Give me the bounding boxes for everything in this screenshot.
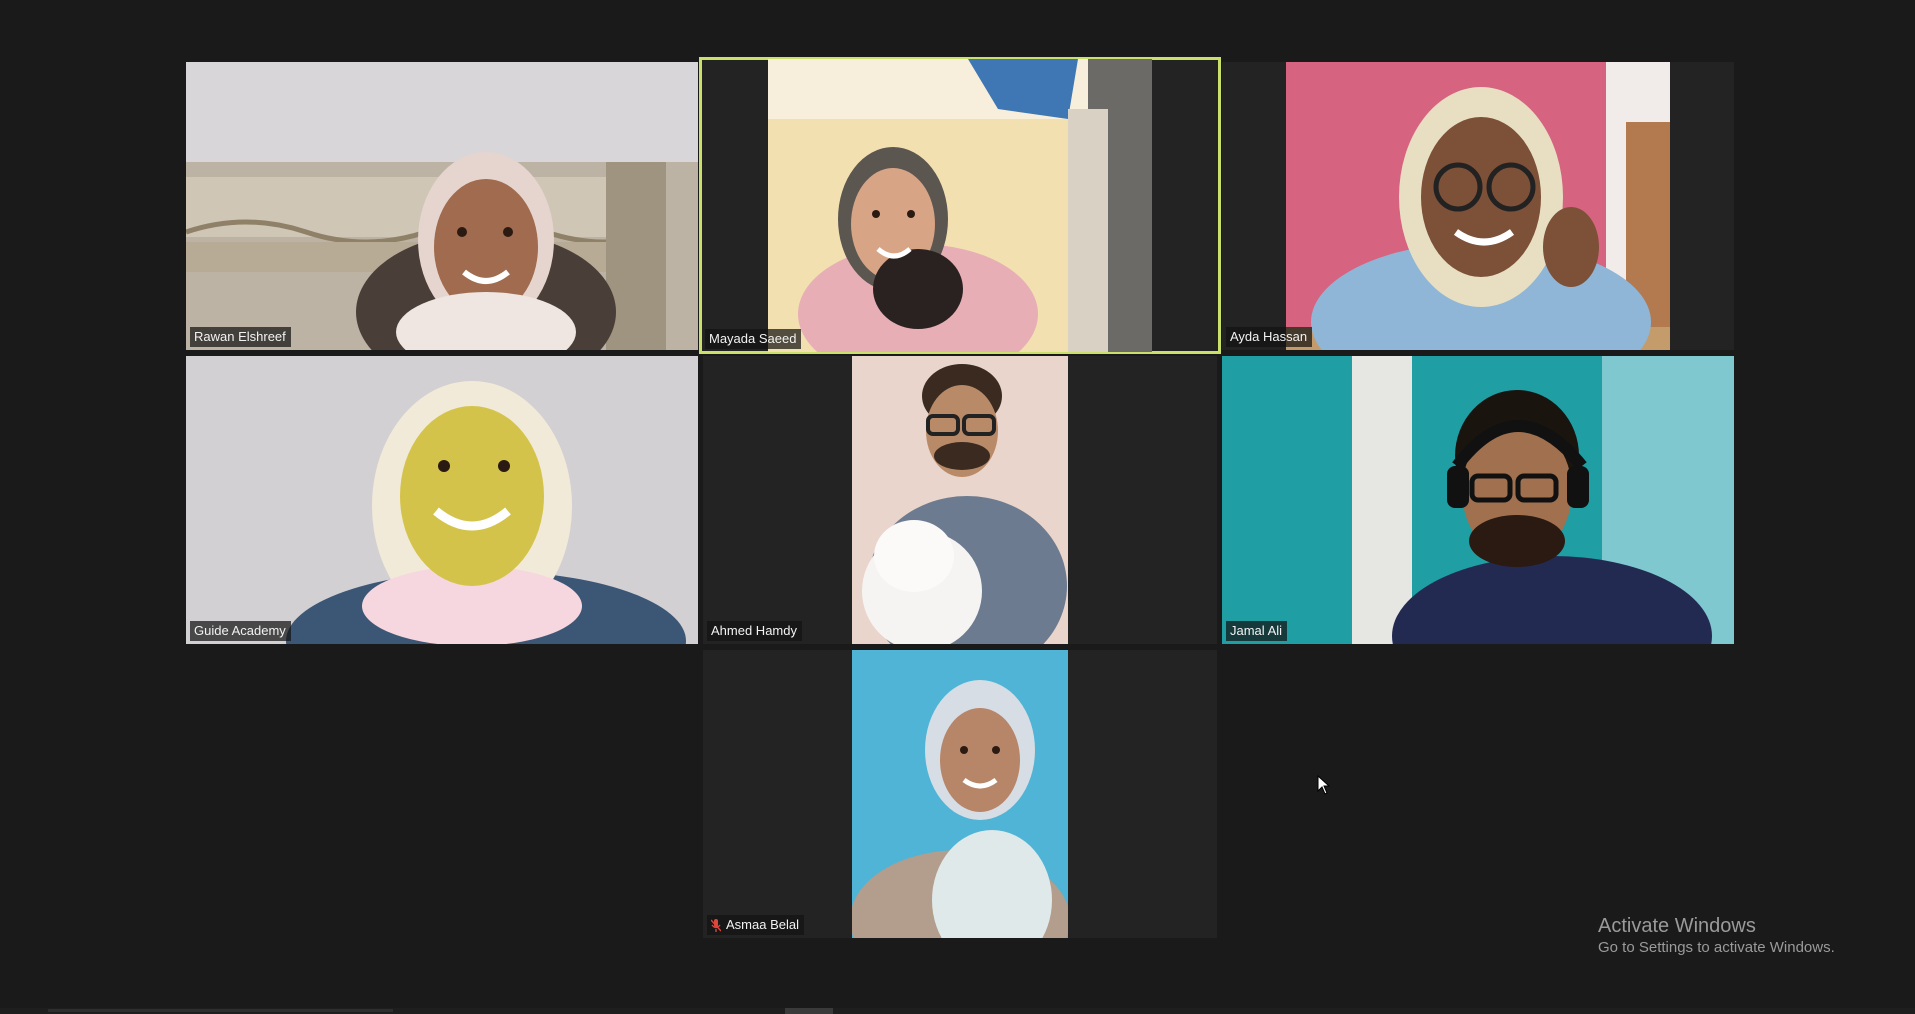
video-tile-guide-academy[interactable]: Guide Academy <box>186 356 698 644</box>
participant-video <box>852 650 1068 938</box>
participant-name-tag: Jamal Ali <box>1226 621 1288 641</box>
video-tile-mayada[interactable]: Mayada Saeed <box>699 57 1221 354</box>
participant-video <box>852 356 1068 644</box>
participant-name-tag: Ayda Hassan <box>1226 327 1313 347</box>
bottom-edge-strip <box>0 1008 1915 1014</box>
participant-name: Ahmed Hamdy <box>711 623 797 638</box>
participant-name-tag: Asmaa Belal <box>707 915 804 935</box>
participant-video <box>1286 62 1670 350</box>
participant-name-tag: Ahmed Hamdy <box>707 621 802 641</box>
participant-video <box>1222 356 1734 644</box>
participant-name: Jamal Ali <box>1230 623 1283 638</box>
windows-activation-watermark: Activate Windows Go to Settings to activ… <box>1598 914 1835 958</box>
video-tile-ahmed[interactable]: Ahmed Hamdy <box>703 356 1217 644</box>
participant-name-tag: Rawan Elshreef <box>190 327 291 347</box>
scroll-thumb[interactable] <box>785 1008 833 1014</box>
participant-video <box>186 356 698 644</box>
video-tile-jamal[interactable]: Jamal Ali <box>1222 356 1734 644</box>
participant-video <box>768 59 1152 352</box>
participant-name: Rawan Elshreef <box>194 329 286 344</box>
video-tile-rawan[interactable]: Rawan Elshreef <box>186 62 698 350</box>
participant-name-tag: Mayada Saeed <box>705 329 802 349</box>
video-tile-asmaa[interactable]: Asmaa Belal <box>703 650 1217 938</box>
participant-video <box>186 62 698 350</box>
participant-name: Ayda Hassan <box>1230 329 1308 344</box>
mic-muted-icon <box>711 918 721 932</box>
zoom-gallery-view: Rawan Elshreef Mayada Saeed Ayda Hassan … <box>0 0 1915 1014</box>
scroll-track <box>48 1009 393 1012</box>
participant-name: Guide Academy <box>194 623 286 638</box>
participant-name-tag: Guide Academy <box>190 621 291 641</box>
mouse-cursor-icon <box>1317 775 1331 795</box>
video-tile-ayda[interactable]: Ayda Hassan <box>1222 62 1734 350</box>
activate-windows-subtitle: Go to Settings to activate Windows. <box>1598 939 1835 956</box>
activate-windows-title: Activate Windows <box>1598 915 1756 937</box>
participant-name: Mayada Saeed <box>709 331 797 346</box>
participant-name: Asmaa Belal <box>726 917 799 932</box>
